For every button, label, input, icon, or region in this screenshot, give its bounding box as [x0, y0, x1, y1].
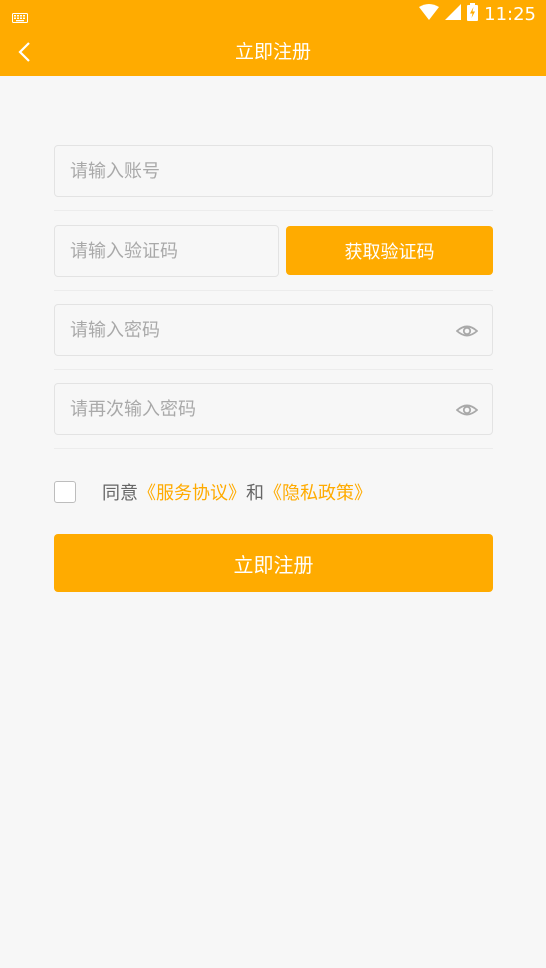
password-input[interactable]: [55, 305, 492, 355]
register-button[interactable]: 立即注册: [54, 534, 493, 592]
divider: [54, 369, 493, 370]
agreement-conjunction: 和: [246, 483, 264, 504]
agreement-row: 同意《服务协议》和《隐私政策》: [54, 480, 372, 504]
password-field[interactable]: [54, 304, 493, 356]
account-input[interactable]: [55, 146, 492, 196]
divider: [54, 290, 493, 291]
agreement-text: 同意《服务协议》和《隐私政策》: [102, 479, 372, 505]
agreement-prefix: 同意: [102, 483, 138, 504]
service-agreement-link[interactable]: 《服务协议》: [138, 483, 246, 504]
privacy-policy-link[interactable]: 《隐私政策》: [264, 483, 372, 504]
wifi-icon: [419, 4, 440, 24]
verification-code-field[interactable]: [54, 225, 279, 277]
get-code-button[interactable]: 获取验证码: [286, 226, 493, 275]
battery-icon: [467, 3, 479, 25]
account-field[interactable]: [54, 145, 493, 197]
divider: [54, 448, 493, 449]
eye-icon[interactable]: [455, 320, 479, 342]
keyboard-icon: [12, 8, 28, 27]
status-bar: 11:25: [0, 0, 546, 28]
eye-icon[interactable]: [455, 399, 479, 421]
signal-icon: [445, 4, 462, 24]
agree-checkbox[interactable]: [54, 481, 76, 503]
verification-code-input[interactable]: [55, 226, 278, 276]
status-time: 11:25: [484, 3, 536, 25]
app-bar: 立即注册: [0, 28, 546, 76]
confirm-password-field[interactable]: [54, 383, 493, 435]
confirm-password-input[interactable]: [55, 384, 492, 434]
page-title: 立即注册: [234, 41, 311, 63]
divider: [54, 210, 493, 211]
